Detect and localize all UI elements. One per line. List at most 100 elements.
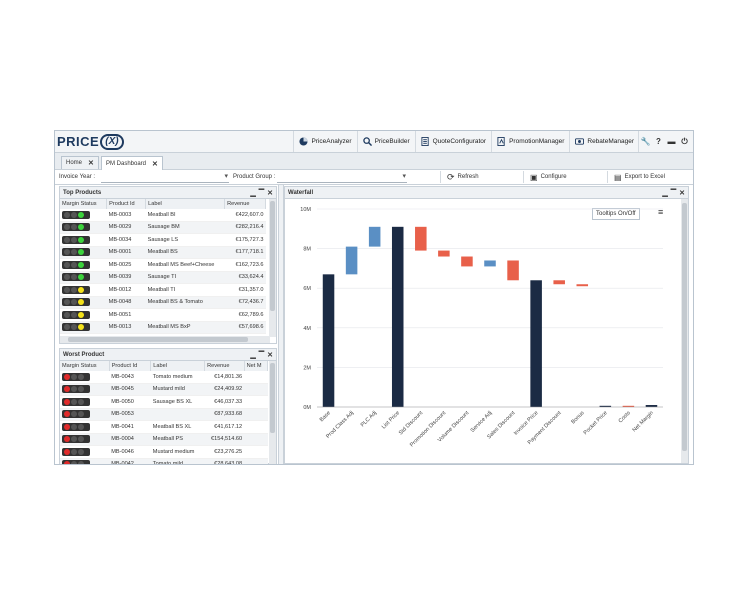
quote-document-icon (421, 137, 429, 146)
waterfall-bar (391, 226, 404, 407)
margin-status-cell (60, 296, 107, 309)
table-row[interactable]: MB-0051 €62,789.6 (60, 308, 266, 322)
table-row[interactable]: MB-0053 €87,933.68 (60, 408, 268, 421)
margin-status-lights (62, 298, 90, 307)
module-promotionmanager[interactable]: PromotionManager (491, 131, 569, 152)
table-row[interactable]: MB-0029 Sausage BM €282,216.4 (60, 221, 266, 234)
table-row[interactable]: MB-0043 Tomato medium €14,801.36 (60, 371, 268, 384)
product-id-cell: MB-0003 (106, 209, 146, 222)
net-margin-cell (244, 371, 268, 384)
logout-icon[interactable]: ⏻ (678, 137, 691, 147)
waterfall-bar (530, 280, 542, 407)
pie-chart-icon (299, 137, 309, 146)
maximize-icon[interactable]: ▔ (671, 189, 676, 197)
margin-status-cell (60, 221, 107, 234)
column-header[interactable]: Margin Status (60, 199, 108, 209)
table-row[interactable]: MB-0048 Meatball BS & Tomato €72,436.7 (60, 296, 266, 309)
revenue-cell: €57,698.6 (224, 321, 266, 334)
export-excel-button[interactable]: ▤ Export to Excel (607, 171, 696, 183)
status-dot-icon (71, 411, 77, 418)
product-group-select[interactable] (277, 172, 407, 183)
table-row[interactable]: MB-0042Tomato mild€28,643.08 (60, 458, 268, 464)
column-header[interactable]: Label (150, 361, 206, 371)
scrollbar-thumb[interactable] (270, 363, 275, 433)
table-row[interactable]: MB-0046 Mustard medium €23,276.25 (60, 445, 268, 459)
waterfall-bar (507, 260, 519, 281)
table-row[interactable]: MB-0001 Meatball BS €177,718.1 (60, 246, 266, 259)
rebate-icon (575, 138, 585, 145)
refresh-icon: ⟳ (447, 171, 455, 182)
scrollbar-thumb[interactable] (682, 203, 687, 451)
column-header[interactable]: Margin Status (60, 361, 110, 371)
horizontal-scrollbar[interactable] (60, 336, 270, 343)
waterfall-bar (484, 260, 496, 267)
margin-status-cell (60, 445, 110, 459)
table-row[interactable]: MB-0050 Sausage BS XL €46,037.33 (60, 395, 268, 409)
minimize-icon[interactable]: ▁ (250, 351, 255, 359)
waterfall-bar (461, 256, 473, 267)
margin-status-lights (62, 385, 90, 394)
net-margin-cell (244, 408, 268, 421)
help-icon[interactable]: ? (652, 137, 665, 146)
close-icon[interactable]: ✕ (152, 160, 158, 168)
status-dot-icon (78, 423, 84, 430)
module-pricebuilder[interactable]: PriceBuilder (356, 131, 415, 152)
table-row[interactable]: MB-0041 Meatball BS XL €41,617.12 (60, 420, 268, 434)
scrollbar[interactable] (681, 199, 688, 463)
scrollbar[interactable] (269, 199, 276, 337)
module-quoteconfigurator[interactable]: QuoteConfigurator (414, 131, 491, 152)
label-cell: Meatball BS XL (150, 420, 205, 434)
table-row[interactable]: MB-0034 Sausage LS €175,727.3 (60, 233, 266, 247)
table-row[interactable]: MB-0039 Sausage TI €33,624.4 (60, 271, 266, 284)
panel-header: Worst Product ▁ ▔ ✕ (60, 349, 276, 361)
maximize-icon[interactable]: ▔ (259, 189, 264, 197)
tab-home[interactable]: Home ✕ (61, 156, 99, 169)
margin-status-lights (62, 422, 90, 431)
column-header[interactable]: Label (145, 199, 226, 209)
table-row[interactable]: MB-0013 Meatball MS BxP €57,698.6 (60, 321, 266, 334)
card-icon[interactable]: ▬ (665, 137, 678, 146)
status-dot-icon (64, 311, 70, 318)
scrollbar[interactable] (269, 361, 276, 464)
status-dot-icon (78, 411, 84, 418)
wrench-icon[interactable]: 🔧 (639, 137, 652, 146)
close-icon[interactable]: ✕ (679, 189, 685, 197)
status-dot-icon (64, 411, 70, 418)
invoice-year-select[interactable] (101, 172, 229, 183)
status-dot-icon (71, 261, 77, 268)
label-cell: Mustard medium (150, 445, 205, 459)
revenue-cell: €422,607.0 (224, 209, 266, 222)
scrollbar-thumb[interactable] (68, 337, 248, 342)
column-header[interactable]: Revenue (204, 361, 245, 371)
module-priceanalyzer[interactable]: PriceAnalyzer (293, 131, 356, 152)
close-icon[interactable]: ✕ (267, 351, 273, 359)
table-row[interactable]: MB-0045 Mustard mild €24,409.92 (60, 383, 268, 396)
table-row[interactable]: MB-0025 Meatball MS Beef+Cheese €162,723.6 (60, 258, 266, 272)
column-header[interactable]: Net M (244, 361, 269, 371)
table-row[interactable]: MB-0003 Meatball BI €422,607.0 (60, 209, 266, 222)
column-header[interactable]: Revenue (224, 199, 266, 209)
maximize-icon[interactable]: ▔ (259, 351, 264, 359)
pricefx-logo[interactable]: PRICE (X) (57, 133, 124, 150)
minimize-icon[interactable]: ▁ (662, 189, 667, 197)
table-row[interactable]: MB-0004 Meatball PS €154,514.60 (60, 433, 268, 446)
column-header[interactable]: Product Id (109, 361, 152, 371)
column-header[interactable]: Product Id (106, 199, 147, 209)
status-dot-icon (64, 461, 70, 464)
refresh-button[interactable]: ⟳ Refresh (440, 171, 517, 183)
waterfall-bar (553, 280, 565, 285)
product-id-cell: MB-0042 (109, 458, 151, 464)
status-dot-icon (64, 249, 70, 256)
close-icon[interactable]: ✕ (88, 159, 94, 167)
close-icon[interactable]: ✕ (267, 189, 273, 197)
revenue-cell: €14,801.36 (204, 371, 245, 384)
minimize-icon[interactable]: ▁ (250, 189, 255, 197)
filter-bar: Invoice Year : Product Group : ⟳Refresh … (55, 170, 693, 185)
product-group-label: Product Group : (233, 174, 276, 180)
status-dot-icon (64, 423, 70, 430)
scrollbar-thumb[interactable] (270, 201, 275, 311)
tab-pm-dashboard[interactable]: PM Dashboard ✕ (101, 156, 163, 170)
configure-button[interactable]: ▣ Configure (523, 171, 600, 183)
module-rebatemanager[interactable]: RebateManager (569, 131, 639, 152)
table-row[interactable]: MB-0012 Meatball TI €31,357.0 (60, 283, 266, 297)
